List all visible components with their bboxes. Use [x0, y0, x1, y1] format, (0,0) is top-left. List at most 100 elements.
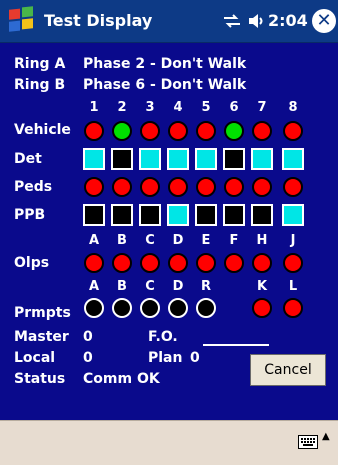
olp-letter: A: [88, 233, 100, 248]
ped-indicator: [84, 177, 104, 197]
clock[interactable]: 2:04: [268, 11, 308, 30]
detector-indicator: [251, 148, 273, 170]
overlap-indicator: [283, 253, 303, 273]
overlap-indicator: [224, 253, 244, 273]
olp-letter: E: [201, 233, 211, 248]
ped-indicator: [112, 177, 132, 197]
ppb-indicator: [223, 204, 245, 226]
row-label-det: Det: [14, 151, 42, 167]
phase-number: 7: [257, 100, 267, 115]
volume-icon[interactable]: [248, 12, 266, 30]
fo-field-line: [203, 344, 269, 346]
ped-indicator: [168, 177, 188, 197]
prompt-letter: D: [172, 279, 184, 294]
detector-indicator: [223, 148, 245, 170]
row-label-ppb: PPB: [14, 207, 46, 223]
olp-letter: C: [145, 233, 155, 248]
ppb-indicator: [83, 204, 105, 226]
phase-number: 5: [201, 100, 211, 115]
prompt-indicator: [140, 298, 160, 318]
olp-letter: F: [229, 233, 239, 248]
plan-label: Plan: [148, 350, 183, 366]
status-label: Status: [14, 371, 66, 387]
detector-indicator: [139, 148, 161, 170]
ppb-indicator: [139, 204, 161, 226]
local-value: 0: [83, 350, 93, 366]
olp-letter: B: [117, 233, 127, 248]
row-label-peds: Peds: [14, 179, 53, 195]
windows-start-icon[interactable]: [7, 6, 37, 36]
phase-number: 4: [173, 100, 183, 115]
phase-number: 6: [229, 100, 239, 115]
prompt-letter: C: [145, 279, 155, 294]
vehicle-indicator: [196, 121, 216, 141]
close-icon[interactable]: ✕: [312, 9, 336, 33]
sync-icon[interactable]: [222, 13, 242, 29]
ppb-indicator: [251, 204, 273, 226]
ped-indicator: [224, 177, 244, 197]
ring-b-value: Phase 6 - Don't Walk: [83, 77, 247, 93]
overlap-indicator: [168, 253, 188, 273]
plan-value: 0: [190, 350, 200, 366]
detector-indicator: [167, 148, 189, 170]
ring-b-label: Ring B: [14, 77, 66, 93]
prompt-indicator: [196, 298, 216, 318]
ped-indicator: [196, 177, 216, 197]
title-bar: Test Display 2:04 ✕: [0, 0, 338, 43]
master-label: Master: [14, 329, 69, 345]
prompt-indicator: [252, 298, 272, 318]
cancel-button[interactable]: Cancel: [250, 354, 326, 386]
detector-indicator: [83, 148, 105, 170]
vehicle-indicator: [168, 121, 188, 141]
vehicle-indicator: [112, 121, 132, 141]
prompt-indicator: [168, 298, 188, 318]
vehicle-indicator: [140, 121, 160, 141]
row-label-olps: Olps: [14, 255, 50, 271]
phase-number: 8: [288, 100, 298, 115]
ped-indicator: [140, 177, 160, 197]
vehicle-indicator: [84, 121, 104, 141]
window-title: Test Display: [44, 11, 153, 30]
row-label-prmpts: Prmpts: [14, 305, 71, 321]
prompt-indicator: [283, 298, 303, 318]
overlap-indicator: [196, 253, 216, 273]
olp-letter: H: [256, 233, 268, 248]
keyboard-icon[interactable]: [298, 434, 318, 450]
prompt-letter: L: [288, 279, 298, 294]
vehicle-indicator: [252, 121, 272, 141]
vehicle-indicator: [224, 121, 244, 141]
ppb-indicator: [167, 204, 189, 226]
menu-bar: ▲: [0, 420, 338, 465]
prompt-letter: B: [117, 279, 127, 294]
prompt-letter: R: [200, 279, 211, 294]
phase-number: 2: [117, 100, 127, 115]
overlap-indicator: [252, 253, 272, 273]
prompt-letter: A: [88, 279, 100, 294]
olp-letter: J: [290, 233, 296, 248]
detector-indicator: [282, 148, 304, 170]
row-label-vehicle: Vehicle: [14, 122, 71, 138]
prompt-letter: K: [256, 279, 268, 294]
status-value: Comm OK: [83, 371, 160, 387]
local-label: Local: [14, 350, 56, 366]
overlap-indicator: [84, 253, 104, 273]
overlap-indicator: [140, 253, 160, 273]
input-arrow-icon[interactable]: ▲: [322, 431, 330, 442]
prompt-indicator: [84, 298, 104, 318]
master-value: 0: [83, 329, 93, 345]
detector-indicator: [111, 148, 133, 170]
prompt-indicator: [112, 298, 132, 318]
overlap-indicator: [112, 253, 132, 273]
detector-indicator: [195, 148, 217, 170]
ped-indicator: [283, 177, 303, 197]
ped-indicator: [252, 177, 272, 197]
ring-a-label: Ring A: [14, 56, 66, 72]
fo-label: F.O.: [148, 329, 178, 345]
olp-letter: D: [172, 233, 184, 248]
phase-number: 3: [145, 100, 155, 115]
ppb-indicator: [111, 204, 133, 226]
vehicle-indicator: [283, 121, 303, 141]
ppb-indicator: [195, 204, 217, 226]
phase-number: 1: [89, 100, 99, 115]
ring-a-value: Phase 2 - Don't Walk: [83, 56, 247, 72]
